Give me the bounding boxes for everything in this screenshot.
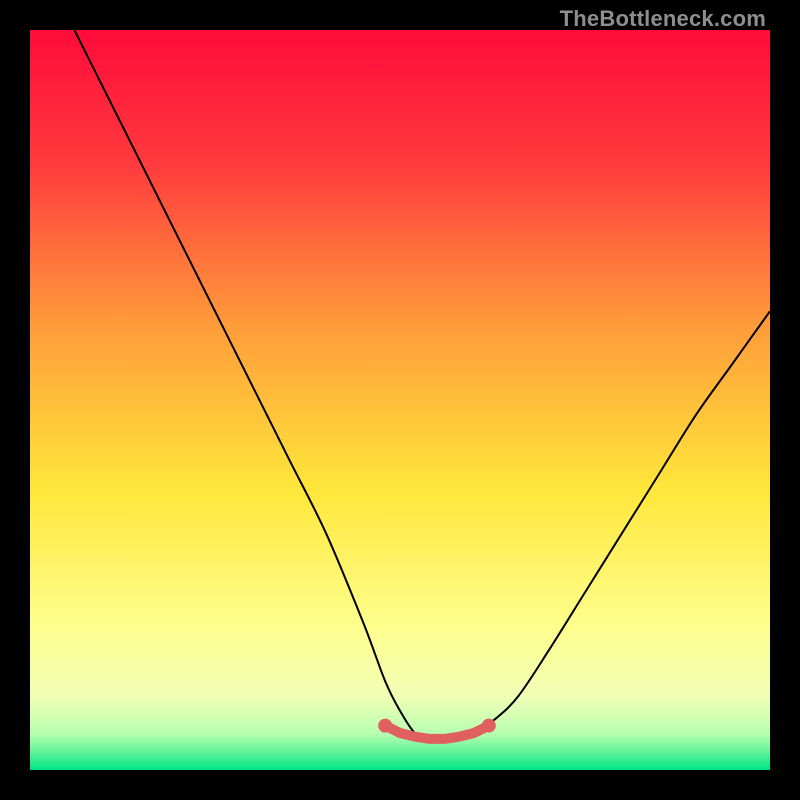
watermark-text: TheBottleneck.com	[560, 6, 766, 32]
chart-frame: TheBottleneck.com	[0, 0, 800, 800]
plot-area	[30, 30, 770, 770]
bottleneck-curve	[30, 30, 770, 770]
